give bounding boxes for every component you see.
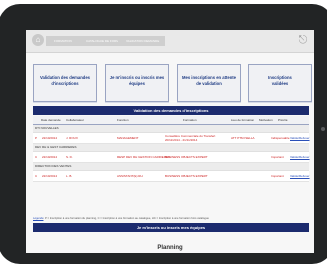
refuse-link[interactable]: Refuser	[299, 133, 310, 143]
tile-label-line-1: Validation des demandes	[39, 75, 91, 80]
legend-label: Légende	[33, 217, 44, 220]
breadcrumb-validation[interactable]: VALIDATION DEMANDE	[118, 36, 166, 46]
action-tiles: Validation des demandes d'inscriptions J…	[26, 64, 314, 104]
tile-label-line-1: Inscriptions	[268, 75, 292, 80]
row-date: 22/10/2014	[42, 155, 58, 159]
validate-link[interactable]: Valider	[290, 171, 299, 181]
row-flag: P	[35, 136, 38, 140]
planning-heading: Planning	[157, 245, 183, 251]
table-row: C 22/10/2014 S. D. RESP DEV RH GESTION C…	[33, 152, 310, 163]
exit-icon[interactable]: ⎋	[298, 33, 308, 47]
section-title-inscription: Je m'inscris ou inscris mes équipes	[33, 223, 309, 232]
row-formation: BUSINESS OBJECTS EXPERT	[165, 155, 208, 159]
row-lieu: ATT PTM ISELLA	[231, 136, 255, 140]
row-fonction: RESP DEV RH GESTION CARRIERES	[117, 155, 170, 159]
group-header: DTI NOUVELLES	[33, 125, 309, 133]
tile-inscriptions-attente[interactable]: Mes inscriptions en attente de validatio…	[177, 64, 241, 102]
row-date: 22/10/2014	[42, 174, 58, 178]
row-formation: BUSINESS OBJECTS EXPERT	[165, 174, 208, 178]
tile-label-line-2: validées	[271, 81, 289, 86]
row-priorite: Indispensable	[271, 136, 290, 140]
row-collaborateur: S. D.	[66, 155, 73, 159]
tile-inscriptions-validees[interactable]: Inscriptions validées	[248, 64, 312, 102]
tile-label-line-2: de validation	[196, 81, 222, 86]
legend: Légende: P = Inscription à une formation…	[33, 216, 309, 221]
row-formation-dates: 20/11/2014 - 21/11/2014	[165, 138, 198, 142]
table-row: C 22/10/2014 L. B. ASSISTANT(E) RH BUSIN…	[33, 171, 310, 182]
tile-validation-demandes[interactable]: Validation des demandes d'inscriptions	[33, 64, 97, 102]
tile-label-line-2: équipes	[129, 81, 145, 86]
top-bar: ⌂ FORMATION CATALOGUE DE FORMATION VALID…	[26, 30, 314, 53]
refuse-link[interactable]: Refuser	[299, 171, 310, 181]
row-flag: C	[35, 174, 38, 178]
column-motivation: Motivation	[259, 118, 273, 122]
tablet-camera	[321, 127, 325, 131]
refuse-link[interactable]: Refuser	[299, 152, 310, 162]
column-date: Date demande	[41, 118, 61, 122]
legend-text: : P = Inscription à une formation du pla…	[43, 217, 209, 220]
tile-label-line-2: d'inscriptions	[51, 81, 79, 86]
column-collaborateur: Collaborateur	[66, 118, 85, 122]
row-fonction: MANAGEMENT	[117, 136, 139, 140]
tile-label-line-1: Je m'inscris ou inscris mes	[109, 75, 165, 80]
column-priorite: Priorité	[278, 118, 288, 122]
breadcrumb-formation[interactable]: FORMATION	[46, 36, 78, 46]
table-header: Date demande Collaborateur Fonction Form…	[33, 116, 309, 125]
app-screen: ⌂ FORMATION CATALOGUE DE FORMATION VALID…	[26, 30, 314, 253]
tile-label-line-1: Mes inscriptions en attente	[182, 75, 236, 80]
row-date: 22/10/2014	[42, 136, 58, 140]
row-collaborateur: J. ROUX	[66, 136, 78, 140]
tile-inscription-equipes[interactable]: Je m'inscris ou inscris mes équipes	[105, 64, 169, 102]
group-header: DIRECTION DES VENTES	[33, 163, 309, 171]
row-formation: Conseillère Commerciale du Transfert 20/…	[165, 134, 215, 142]
column-fonction: Fonction	[117, 118, 129, 122]
row-flag: C	[35, 155, 38, 159]
row-fonction: ASSISTANT(E) RH	[117, 174, 143, 178]
validation-table: Date demande Collaborateur Fonction Form…	[33, 116, 310, 182]
validate-link[interactable]: Valider	[290, 152, 299, 162]
group-header: DEV RH & GEST CARRIERES	[33, 144, 309, 152]
validate-link[interactable]: Valider	[290, 133, 299, 143]
home-icon[interactable]: ⌂	[32, 34, 44, 46]
section-title-validation: Validation des demandes d'inscriptions	[33, 106, 309, 115]
column-formation: Formation	[183, 118, 197, 122]
table-row: P 22/10/2014 J. ROUX MANAGEMENT Conseill…	[33, 133, 310, 144]
row-collaborateur: L. B.	[66, 174, 73, 178]
column-lieu: Lieu de formation	[231, 118, 255, 122]
row-priorite: Important	[271, 155, 284, 159]
row-priorite: Important	[271, 174, 284, 178]
